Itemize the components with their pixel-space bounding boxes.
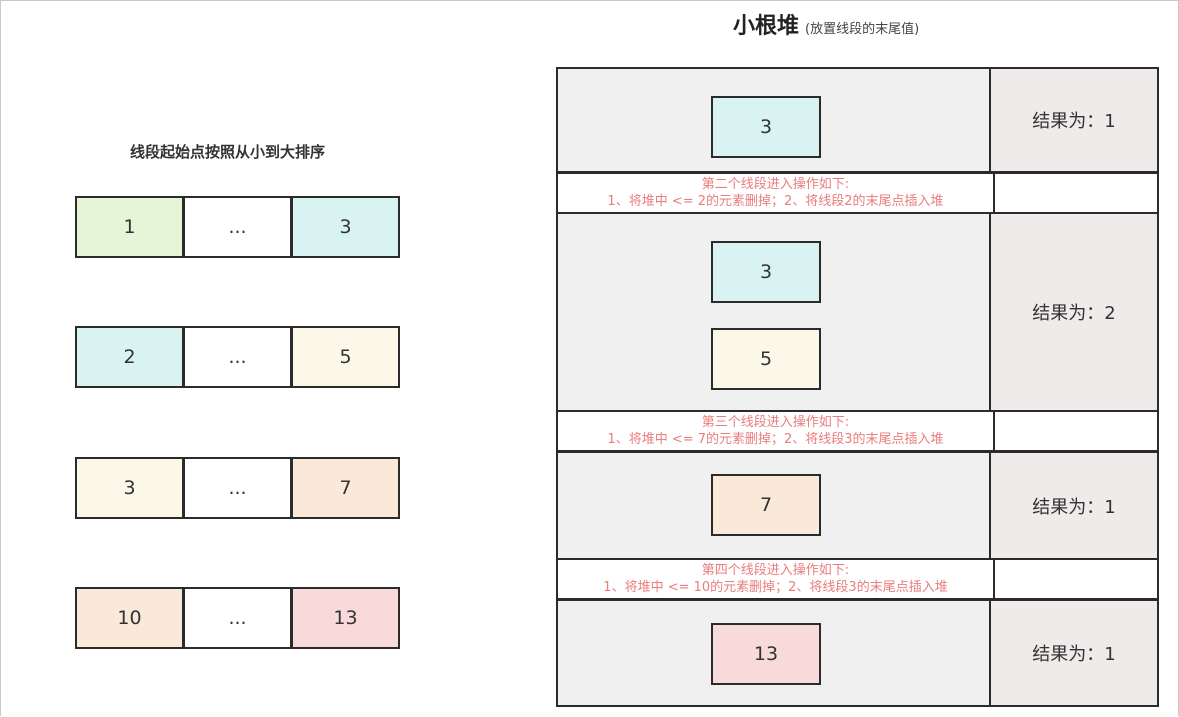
heap-title-subtitle: (放置线段的末尾值) — [805, 22, 920, 37]
segment-start: 10 — [75, 587, 184, 649]
heap-result: 结果为：1 — [989, 601, 1157, 705]
heap-step-4-note: 第四个线段进入操作如下: 1、将堆中 <= 10的元素删掉；2、将线段3的末尾点… — [556, 558, 1159, 600]
note-line-1: 第二个线段进入操作如下: — [701, 177, 850, 192]
heap-step-3-note: 第三个线段进入操作如下: 1、将堆中 <= 7的元素删掉；2、将线段3的末尾点插… — [556, 410, 1159, 452]
segment-middle: ... — [183, 326, 292, 388]
segment-start: 2 — [75, 326, 184, 388]
segment-end: 5 — [291, 326, 400, 388]
heap-title-main: 小根堆 — [733, 14, 800, 39]
segments-title: 线段起始点按照从小到大排序 — [130, 143, 326, 161]
segment-end: 3 — [291, 196, 400, 258]
note-text: 第四个线段进入操作如下: 1、将堆中 <= 10的元素删掉；2、将线段3的末尾点… — [558, 560, 995, 598]
segment-middle: ... — [183, 457, 292, 519]
note-line-2: 1、将堆中 <= 7的元素删掉；2、将线段3的末尾点插入堆 — [607, 432, 944, 447]
note-line-1: 第三个线段进入操作如下: — [701, 415, 850, 430]
note-line-2: 1、将堆中 <= 10的元素删掉；2、将线段3的末尾点插入堆 — [603, 580, 948, 595]
heap-node: 3 — [711, 241, 821, 303]
note-line-2: 1、将堆中 <= 2的元素删掉；2、将线段2的末尾点插入堆 — [607, 194, 944, 209]
heap-title: 小根堆 (放置线段的末尾值) — [733, 8, 919, 40]
segment-start: 3 — [75, 457, 184, 519]
segment-row-2: 2 ... 5 — [75, 326, 402, 388]
heap-node: 7 — [711, 474, 821, 536]
heap-step-2: 3 5 结果为：2 — [556, 212, 1159, 412]
heap-result: 结果为：2 — [989, 214, 1157, 410]
segment-middle: ... — [183, 196, 292, 258]
heap-step-1: 3 结果为：1 — [556, 67, 1159, 173]
segment-row-4: 10 ... 13 — [75, 587, 402, 649]
segment-start: 1 — [75, 196, 184, 258]
heap-node: 3 — [711, 96, 821, 158]
note-text: 第二个线段进入操作如下: 1、将堆中 <= 2的元素删掉；2、将线段2的末尾点插… — [558, 174, 995, 212]
segment-row-3: 3 ... 7 — [75, 457, 402, 519]
heap-node: 13 — [711, 623, 821, 685]
segment-end: 7 — [291, 457, 400, 519]
heap-result: 结果为：1 — [989, 453, 1157, 558]
segment-end: 13 — [291, 587, 400, 649]
heap-step-4: 13 结果为：1 — [556, 599, 1159, 707]
segment-row-1: 1 ... 3 — [75, 196, 402, 258]
heap-step-3: 7 结果为：1 — [556, 451, 1159, 560]
heap-result: 结果为：1 — [989, 69, 1157, 171]
note-line-1: 第四个线段进入操作如下: — [701, 563, 850, 578]
note-text: 第三个线段进入操作如下: 1、将堆中 <= 7的元素删掉；2、将线段3的末尾点插… — [558, 412, 995, 450]
heap-step-2-note: 第二个线段进入操作如下: 1、将堆中 <= 2的元素删掉；2、将线段2的末尾点插… — [556, 172, 1159, 214]
heap-node: 5 — [711, 328, 821, 390]
segment-middle: ... — [183, 587, 292, 649]
